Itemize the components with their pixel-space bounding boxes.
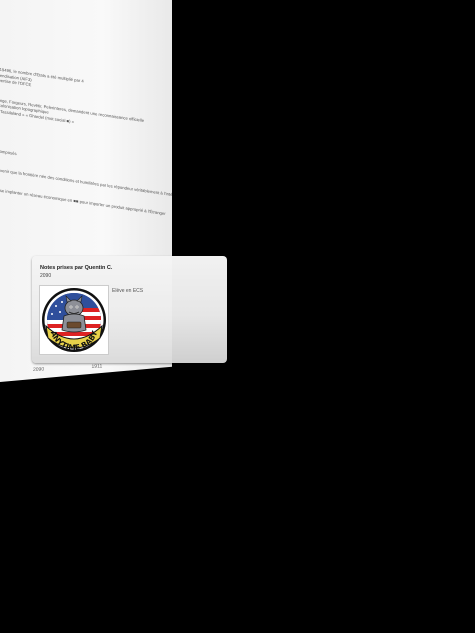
note-year: 2090 [40,273,52,279]
screen: fin 19496, le nombre d'Etats a été multi… [0,0,475,633]
author-avatar[interactable]: ANYTIME BABY [39,285,109,355]
note-author-title: Notes prises par Quentin C. [40,265,113,271]
note-author-role: Elève en ECS [112,288,144,294]
document-text: fin 19496, le nombre d'Etats a été multi… [0,66,172,232]
footer-year-left: 2090 [33,366,45,374]
anytime-baby-patch-icon: ANYTIME BABY [42,288,106,352]
footer-year-right: 1911 [91,363,103,370]
note-card[interactable]: Notes prises par Quentin C. 2090 Elève e… [32,256,227,363]
